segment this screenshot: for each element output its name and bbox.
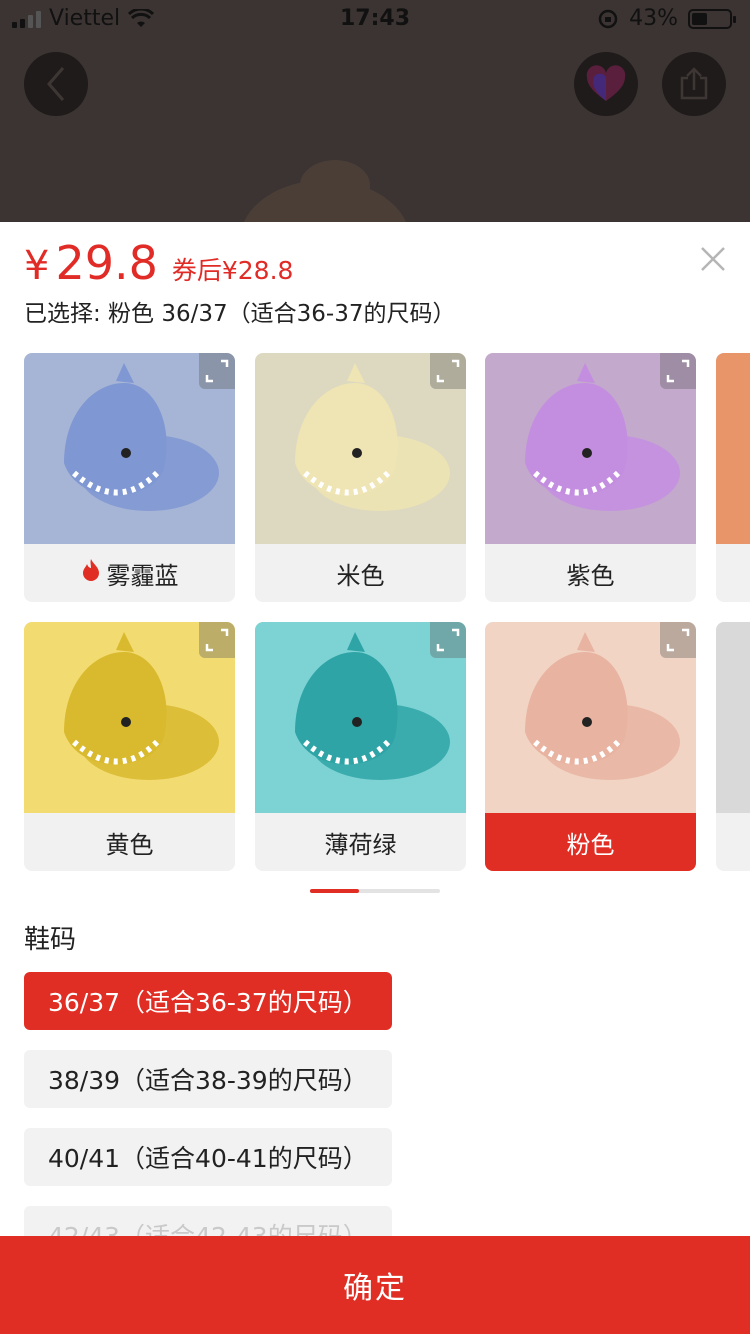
sku-selector-sheet: ¥ 29.8 券后¥28.8 已选择: 粉色 36/37（适合36-37的尺码）…: [0, 222, 750, 1334]
swatch-label: 紫色: [485, 544, 696, 602]
expand-icon[interactable]: [660, 622, 696, 658]
heart-icon: [586, 65, 626, 101]
coupon-price: 券后¥28.8: [171, 256, 294, 285]
swatch-label-text: 雾霾蓝: [106, 561, 179, 590]
swatch-label: [716, 813, 750, 871]
color-swatch[interactable]: 米色: [255, 353, 466, 602]
close-icon[interactable]: [698, 244, 728, 274]
swatch-label: 黄色: [24, 813, 235, 871]
expand-icon[interactable]: [199, 622, 235, 658]
currency-symbol: ¥: [24, 243, 50, 289]
swatch-label: 雾霾蓝: [24, 544, 235, 602]
share-icon: [680, 67, 708, 100]
color-swatch[interactable]: 粉色: [485, 622, 696, 871]
favorite-button[interactable]: [574, 52, 638, 116]
color-swatch[interactable]: 紫色: [485, 353, 696, 602]
swatch-image: [716, 353, 750, 544]
color-swatch[interactable]: [716, 353, 750, 602]
expand-icon[interactable]: [430, 353, 466, 389]
back-button[interactable]: [24, 52, 88, 116]
chevron-left-icon: [47, 67, 65, 101]
selected-sku-text: 已选择: 粉色 36/37（适合36-37的尺码）: [24, 301, 456, 327]
price-row: ¥ 29.8 券后¥28.8: [24, 236, 293, 290]
swatch-label: 薄荷绿: [255, 813, 466, 871]
expand-icon[interactable]: [660, 353, 696, 389]
size-section-title: 鞋码: [24, 925, 77, 955]
share-button[interactable]: [662, 52, 726, 116]
color-swatch[interactable]: [716, 622, 750, 871]
hot-fire-icon: [81, 558, 101, 588]
color-swatch-grid: 雾霾蓝 米色 紫色黄色 薄荷绿 粉色: [0, 353, 750, 873]
swatch-label-text: 米色: [336, 561, 385, 590]
swatch-label: 粉色: [485, 813, 696, 871]
orientation-lock-icon: [598, 9, 618, 28]
status-bar: Viettel 17:43 43%: [0, 0, 750, 40]
pager-active-indicator: [310, 889, 360, 893]
size-option[interactable]: 38/39（适合38-39的尺码）: [24, 1050, 392, 1108]
swatch-image: [716, 622, 750, 813]
expand-icon[interactable]: [430, 622, 466, 658]
swatch-label-text: 薄荷绿: [324, 830, 397, 859]
battery-icon: [688, 8, 736, 29]
size-option[interactable]: 40/41（适合40-41的尺码）: [24, 1128, 392, 1186]
swatch-label: [716, 544, 750, 602]
expand-icon[interactable]: [199, 353, 235, 389]
swatch-label: 米色: [255, 544, 466, 602]
product-image-blur: [240, 180, 410, 222]
battery-percent: 43%: [629, 6, 678, 31]
swatch-label-text: 黄色: [105, 830, 154, 859]
confirm-button[interactable]: 确定: [0, 1236, 750, 1334]
status-right: 43%: [597, 6, 736, 31]
color-swatch[interactable]: 雾霾蓝: [24, 353, 235, 602]
color-swatch[interactable]: 薄荷绿: [255, 622, 466, 871]
color-swatch[interactable]: 黄色: [24, 622, 235, 871]
size-option[interactable]: 36/37（适合36-37的尺码）: [24, 972, 392, 1030]
price-value: 29.8: [55, 236, 158, 290]
swatch-pager: [310, 889, 440, 893]
swatch-label-text: 紫色: [566, 561, 615, 590]
swatch-label-text: 粉色: [566, 830, 615, 859]
